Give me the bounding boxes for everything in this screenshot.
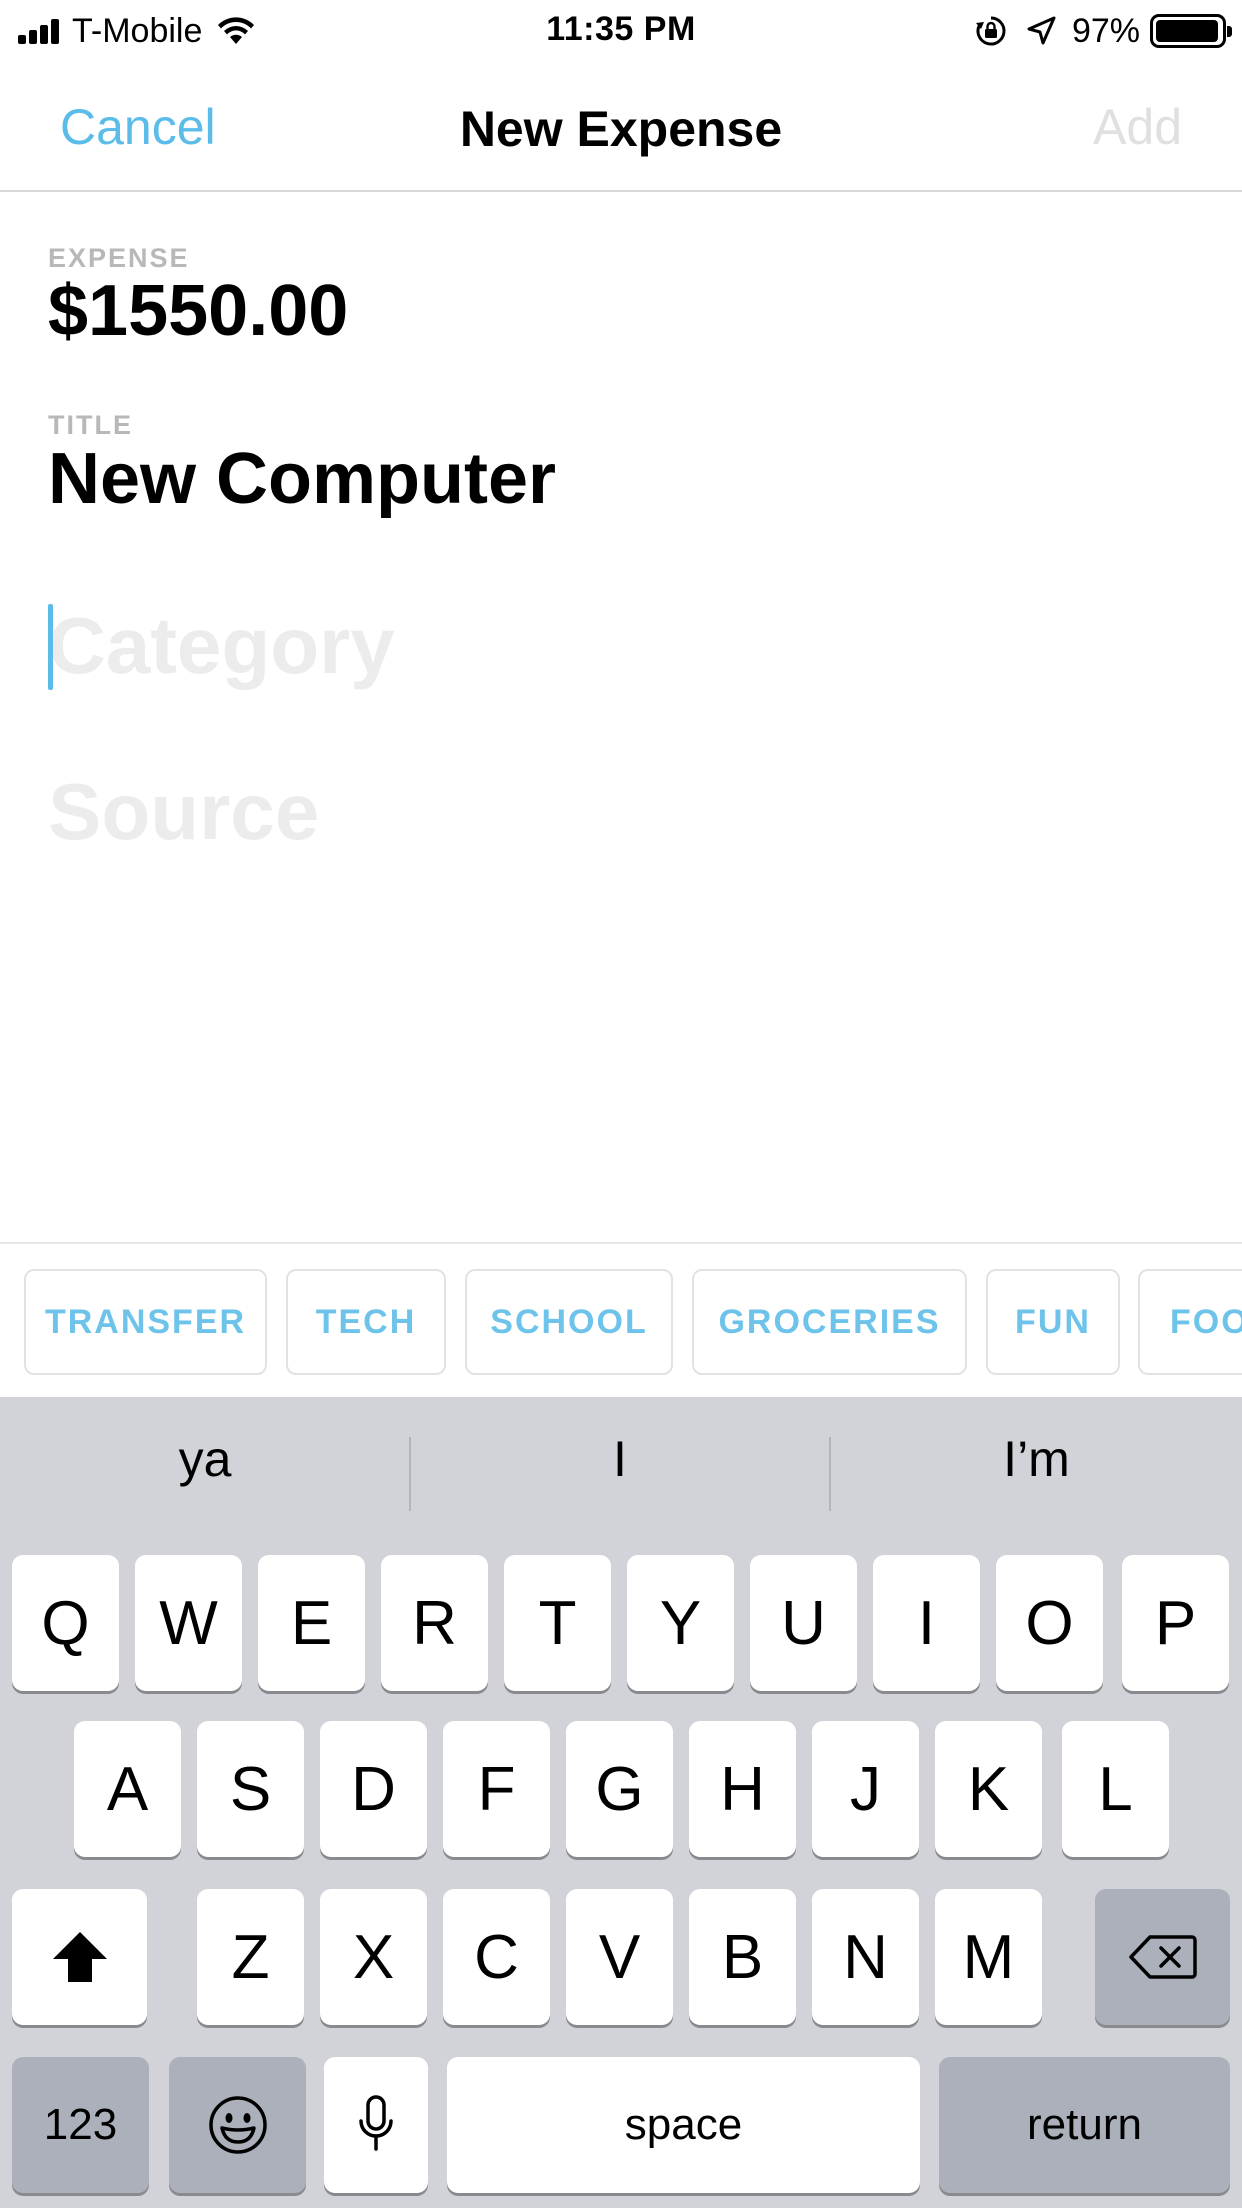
microphone-icon [359, 2095, 393, 2151]
battery-level-fill [1156, 20, 1219, 42]
emoji-key[interactable] [169, 2057, 306, 2193]
shift-arrow-icon [52, 1932, 107, 1982]
category-chip-strip[interactable]: TRANSFER TECH SCHOOL GROCERIES FUN FOOD [0, 1242, 1242, 1397]
key-s[interactable]: S [197, 1721, 304, 1857]
category-chip[interactable]: TRANSFER [24, 1269, 267, 1375]
numbers-key[interactable]: 123 [12, 2057, 149, 2193]
status-bar: T-Mobile 11:35 PM 97% [0, 0, 1242, 62]
key-p[interactable]: P [1122, 1555, 1229, 1691]
key-o[interactable]: O [996, 1555, 1103, 1691]
add-button[interactable]: Add [1093, 98, 1182, 156]
key-f[interactable]: F [443, 1721, 550, 1857]
key-v[interactable]: V [566, 1889, 673, 2025]
category-chip[interactable]: FOOD [1138, 1269, 1242, 1375]
key-b[interactable]: B [689, 1889, 796, 2025]
keyboard: ya I I’m Q W E R T Y U I O P A S D F G H… [0, 1397, 1242, 2208]
title-field[interactable]: New Computer [48, 438, 556, 520]
key-j[interactable]: J [812, 1721, 919, 1857]
category-chip[interactable]: SCHOOL [465, 1269, 673, 1375]
suggestion[interactable]: ya [0, 1397, 410, 1521]
key-x[interactable]: X [320, 1889, 427, 2025]
space-key[interactable]: space [447, 2057, 920, 2193]
expense-amount-field[interactable]: $1550.00 [48, 270, 348, 352]
key-t[interactable]: T [504, 1555, 611, 1691]
key-e[interactable]: E [258, 1555, 365, 1691]
cancel-button[interactable]: Cancel [60, 98, 216, 156]
key-d[interactable]: D [320, 1721, 427, 1857]
category-chip[interactable]: GROCERIES [692, 1269, 967, 1375]
category-field[interactable]: Category [48, 600, 395, 692]
category-chip[interactable]: TECH [286, 1269, 446, 1375]
key-w[interactable]: W [135, 1555, 242, 1691]
suggestion[interactable]: I’m [831, 1397, 1242, 1521]
backspace-icon [1128, 1935, 1197, 1979]
key-a[interactable]: A [74, 1721, 181, 1857]
key-u[interactable]: U [750, 1555, 857, 1691]
key-r[interactable]: R [381, 1555, 488, 1691]
key-g[interactable]: G [566, 1721, 673, 1857]
navigation-bar: Cancel New Expense Add [0, 62, 1242, 192]
key-y[interactable]: Y [627, 1555, 734, 1691]
location-arrow-icon [1027, 16, 1056, 45]
key-k[interactable]: K [935, 1721, 1042, 1857]
status-bar-right: 97% [974, 10, 1232, 52]
key-l[interactable]: L [1062, 1721, 1169, 1857]
key-i[interactable]: I [873, 1555, 980, 1691]
return-key[interactable]: return [939, 2057, 1230, 2193]
shift-key[interactable] [12, 1889, 147, 2025]
key-n[interactable]: N [812, 1889, 919, 2025]
category-chip[interactable]: FUN [986, 1269, 1120, 1375]
battery-icon [1150, 14, 1232, 48]
emoji-icon [208, 2096, 267, 2154]
title-label: TITLE [48, 410, 133, 440]
delete-key[interactable] [1095, 1889, 1230, 2025]
key-h[interactable]: H [689, 1721, 796, 1857]
dictation-key[interactable] [324, 2057, 428, 2193]
predictive-bar: ya I I’m [0, 1397, 1242, 1521]
key-z[interactable]: Z [197, 1889, 304, 2025]
key-m[interactable]: M [935, 1889, 1042, 2025]
source-field[interactable]: Source [48, 766, 319, 858]
key-q[interactable]: Q [12, 1555, 119, 1691]
battery-percentage: 97% [1071, 11, 1140, 50]
text-cursor [48, 604, 53, 690]
orientation-lock-icon [975, 16, 1006, 46]
key-c[interactable]: C [443, 1889, 550, 2025]
suggestion[interactable]: I [411, 1397, 829, 1521]
